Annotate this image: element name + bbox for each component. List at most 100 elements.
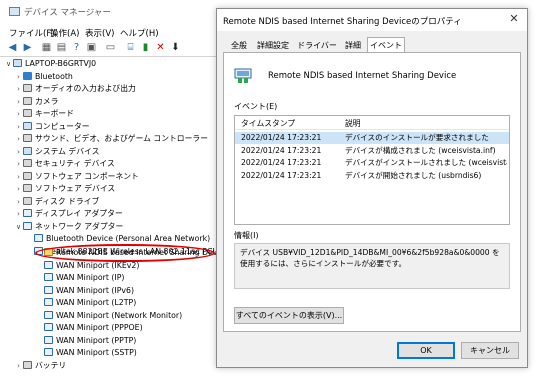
menu-view[interactable]: 表示(V): [85, 27, 114, 39]
tree-item-system-devices[interactable]: › システム デバイス: [14, 146, 99, 158]
tree-root[interactable]: ∨ LAPTOP-B6GRTVJ0: [4, 58, 96, 70]
tree-item-wan-pptp[interactable]: WAN Miniport (PPTP): [44, 335, 136, 347]
tree-item-wan-ipv6[interactable]: WAN Miniport (IPv6): [44, 285, 134, 297]
tree-item-camera[interactable]: › カメラ: [14, 96, 58, 108]
close-icon[interactable]: ✕: [507, 12, 521, 26]
tree-item-audio-io[interactable]: › オーディオの入力および出力: [14, 83, 136, 95]
tab-bar: 全般 詳細設定 ドライバー 詳細 イベント: [223, 37, 521, 53]
chevron-right-icon[interactable]: ›: [14, 146, 23, 158]
chevron-right-icon[interactable]: ›: [14, 108, 23, 120]
tab-general[interactable]: 全般: [227, 39, 251, 52]
menu-help[interactable]: ヘルプ(H): [120, 27, 159, 39]
menu-action[interactable]: 操作(A): [50, 27, 79, 39]
ok-button[interactable]: OK: [397, 342, 455, 359]
chevron-right-icon[interactable]: ›: [14, 121, 23, 133]
tab-advanced[interactable]: 詳細設定: [253, 39, 293, 52]
properties-icon[interactable]: ▦: [40, 41, 53, 54]
event-row[interactable]: 2022/01/24 17:23:21 デバイスが開始されました (usbrnd…: [235, 170, 509, 182]
chevron-down-icon[interactable]: ∨: [4, 58, 13, 70]
scan-hardware-icon[interactable]: ⌸: [124, 41, 137, 54]
uninstall-icon[interactable]: ✕: [154, 41, 167, 54]
tab-details[interactable]: 詳細: [341, 39, 365, 52]
chevron-right-icon[interactable]: ›: [14, 133, 23, 145]
bluetooth-icon: [23, 71, 32, 80]
tree-item-wan-sstp[interactable]: WAN Miniport (SSTP): [44, 347, 137, 359]
menu-file[interactable]: ファイル(F): [9, 27, 55, 39]
event-row[interactable]: 2022/01/24 17:23:21 デバイスのインストールが要求されました: [235, 132, 509, 144]
tree-item-wan-l2tp[interactable]: WAN Miniport (L2TP): [44, 297, 136, 309]
computer-icon: [23, 121, 32, 130]
show-hidden-icon[interactable]: ▣: [85, 41, 98, 54]
chevron-right-icon[interactable]: ›: [14, 158, 23, 170]
event-description: デバイスが構成されました (wceisvista.inf): [345, 145, 496, 155]
keyboard-icon: [23, 109, 32, 117]
system-device-icon: [23, 146, 32, 155]
tree-item-bluetooth[interactable]: › Bluetooth: [14, 71, 73, 83]
tree-label: WAN Miniport (L2TP): [56, 298, 137, 307]
tree-label: WAN Miniport (SSTP): [56, 348, 137, 357]
event-timestamp: 2022/01/24 17:23:21: [241, 158, 322, 167]
column-description[interactable]: 説明: [345, 118, 361, 129]
chevron-down-icon[interactable]: ∨: [14, 221, 23, 233]
tree-label: ネットワーク アダプター: [35, 221, 124, 231]
update-driver-icon[interactable]: ▤: [55, 41, 68, 54]
device-manager-icon: [9, 7, 20, 16]
tab-events[interactable]: イベント: [367, 37, 405, 53]
tree-label: ディスプレイ アダプター: [35, 209, 123, 218]
event-row[interactable]: 2022/01/24 17:23:21 デバイスが構成されました (wceisv…: [235, 145, 509, 157]
network-adapter-icon: [44, 285, 53, 294]
cancel-button[interactable]: キャンセル: [461, 342, 519, 359]
network-adapter-icon: [44, 323, 53, 331]
tree-label: サウンド、ビデオ、およびゲーム コントローラー: [35, 134, 208, 143]
tree-label: ソフトウェア デバイス: [35, 184, 116, 193]
device-name: Remote NDIS based Internet Sharing Devic…: [268, 71, 457, 81]
events-header: タイムスタンプ 説明: [235, 116, 509, 130]
tree-item-security-devices[interactable]: › セキュリティ デバイス: [14, 158, 115, 170]
tree-item-wan-ip[interactable]: WAN Miniport (IP): [44, 272, 124, 284]
show-all-events-button[interactable]: すべてのイベントの表示(V)...: [234, 307, 344, 324]
tree-item-computer[interactable]: › コンピューター: [14, 121, 90, 133]
tree-item-network-adapters[interactable]: ∨ ネットワーク アダプター: [14, 221, 123, 233]
tree-item-sound-video[interactable]: › サウンド、ビデオ、およびゲーム コントローラー: [14, 133, 208, 145]
tree-label: WAN Miniport (IPv6): [56, 285, 135, 295]
tree-item-software-components[interactable]: › ソフトウェア コンポーネント: [14, 171, 139, 183]
chevron-right-icon[interactable]: ›: [14, 171, 23, 183]
chevron-right-icon[interactable]: ›: [14, 71, 23, 83]
network-adapter-icon: [34, 234, 43, 242]
column-timestamp[interactable]: タイムスタンプ: [241, 118, 295, 129]
chevron-right-icon[interactable]: ›: [14, 196, 23, 208]
event-row[interactable]: 2022/01/24 17:23:21 デバイスがインストールされました (wc…: [235, 157, 509, 169]
device-manager-title: デバイス マネージャー: [24, 8, 111, 18]
dialog-titlebar: Remote NDIS based Internet Sharing Devic…: [217, 9, 527, 31]
dialog-title: Remote NDIS based Internet Sharing Devic…: [223, 17, 462, 27]
event-timestamp: 2022/01/24 17:23:21: [241, 170, 322, 180]
events-list[interactable]: タイムスタンプ 説明 2022/01/24 17:23:21 デバイスのインスト…: [234, 115, 510, 225]
tree-item-battery[interactable]: › バッテリ: [14, 360, 66, 372]
network-adapter-icon: [44, 273, 53, 281]
toolbar-divider: [0, 56, 220, 57]
tree-item-keyboard[interactable]: › キーボード: [14, 108, 74, 120]
chevron-right-icon[interactable]: ›: [14, 208, 23, 220]
network-adapter-icon: [44, 260, 53, 269]
tree-item-disk-drives[interactable]: › ディスク ドライブ: [14, 196, 99, 208]
tree-item-software-devices[interactable]: › ソフトウェア デバイス: [14, 183, 115, 195]
chevron-right-icon[interactable]: ›: [14, 96, 23, 108]
tree-item-wan-network-monitor[interactable]: WAN Miniport (Network Monitor): [44, 310, 182, 322]
enable-device-icon[interactable]: ▮: [139, 41, 152, 54]
monitor-icon[interactable]: ▭: [104, 41, 117, 54]
tree-item-wan-pppoe[interactable]: WAN Miniport (PPPOE): [44, 322, 143, 334]
tab-driver[interactable]: ドライバー: [295, 39, 339, 52]
info-label: 情報(I): [234, 231, 259, 240]
computer-icon: [13, 59, 22, 67]
disable-device-icon[interactable]: ⬇: [169, 41, 182, 54]
chevron-right-icon[interactable]: ›: [14, 360, 23, 372]
forward-arrow-icon[interactable]: ▶: [21, 41, 34, 54]
back-arrow-icon[interactable]: ◀: [6, 41, 19, 54]
chevron-right-icon[interactable]: ›: [14, 83, 23, 95]
network-adapter-icon: [44, 298, 53, 306]
tree-label: WAN Miniport (IP): [56, 273, 125, 282]
chevron-right-icon[interactable]: ›: [14, 183, 23, 195]
tree-label: システム デバイス: [35, 146, 100, 156]
help-icon[interactable]: ?: [70, 41, 83, 54]
tree-item-display-adapters[interactable]: › ディスプレイ アダプター: [14, 208, 123, 220]
